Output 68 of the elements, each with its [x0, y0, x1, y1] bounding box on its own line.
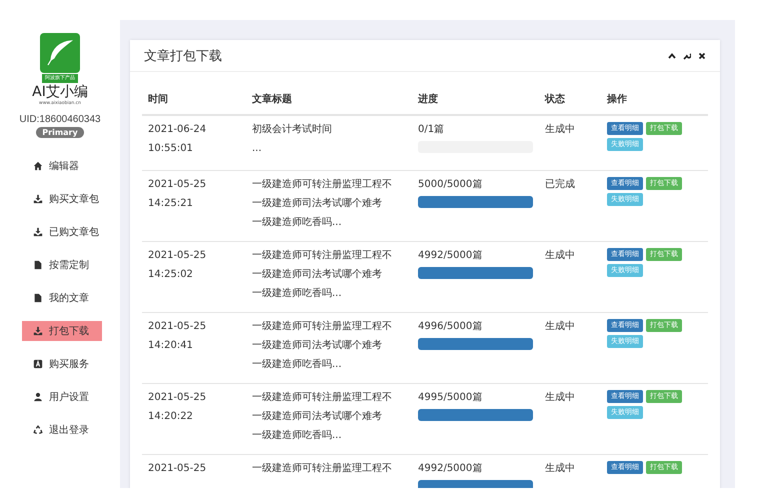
file-icon [33, 293, 43, 303]
panel-title: 文章打包下载 [144, 48, 222, 64]
time-text: 10:55:01 [148, 142, 194, 156]
time-text: 2021-05-25 [148, 249, 208, 263]
column-header: 文章标题 [252, 94, 292, 105]
status-text: 生成中 [545, 462, 576, 476]
title-text: 初级会计考试时间 [252, 122, 333, 137]
progress-text: 4992/5000篇 [418, 462, 484, 476]
progress-text: 5000/5000篇 [418, 178, 484, 192]
sidebar-item[interactable]: 购买服务 [22, 354, 102, 374]
status-text: 生成中 [545, 390, 576, 405]
title-text: 一级建造师吃香吗... [252, 428, 343, 443]
file-icon [33, 260, 43, 270]
user-icon [33, 392, 43, 402]
status-text: 已完成 [545, 178, 576, 192]
column-header: 操作 [607, 94, 627, 105]
title-text: 一级建造师可转注册监理工程不 [252, 248, 393, 263]
collapse-icon[interactable] [668, 52, 676, 60]
download-icon [33, 326, 43, 336]
title-text: 一级建造师司法考试哪个难考 [252, 268, 383, 282]
title-text: 一级建造师可转注册监理工程不 [252, 320, 393, 334]
title-text: 一级建造师可转注册监理工程不 [252, 178, 393, 192]
sidebar-item[interactable]: 我的文章 [22, 288, 102, 308]
title-text: 一级建造师可转注册监理工程不 [252, 462, 393, 476]
sidebar-item[interactable]: 用户设置 [22, 387, 102, 407]
column-header: 进度 [418, 94, 438, 105]
progress-text: 0/1篇 [418, 123, 446, 137]
title-text: 一级建造师吃香吗... [252, 358, 343, 372]
title-text: 一级建造师可转注册监理工程不 [252, 390, 393, 405]
brand-name: AI艾小编 [32, 84, 88, 100]
download-icon [33, 194, 43, 204]
title-text: 一级建造师司法考试哪个难考 [252, 338, 383, 353]
status-text: 生成中 [545, 248, 576, 263]
time-text: 2021-05-25 [148, 462, 208, 476]
progress-text: 4992/5000篇 [418, 249, 484, 263]
time-text: 2021-05-25 [148, 320, 208, 334]
time-text: 14:25:02 [148, 268, 194, 282]
feather-logo-icon [40, 33, 80, 73]
title-text: 一级建造师司法考试哪个难考 [252, 410, 383, 424]
time-text: 2021-05-25 [148, 391, 208, 405]
recycle-icon [33, 425, 43, 435]
download-icon [33, 227, 43, 237]
title-text: 一级建造师吃香吗... [252, 286, 343, 301]
column-header: 状态 [545, 94, 565, 105]
sidebar-item[interactable]: 购买文章包 [22, 189, 102, 209]
title-text: ... [252, 142, 263, 156]
close-icon[interactable] [698, 52, 706, 60]
time-text: 14:25:21 [148, 197, 194, 211]
progress-text: 4995/5000篇 [418, 391, 484, 405]
plan-badge: Primary [36, 127, 84, 138]
sidebar-item[interactable]: 编辑器 [22, 156, 102, 176]
time-text: 2021-06-24 [148, 123, 208, 137]
progress-text: 4996/5000篇 [418, 320, 484, 334]
sidebar-item[interactable]: 按需定制 [22, 255, 102, 275]
status-text: 生成中 [545, 320, 576, 334]
title-text: 一级建造师吃香吗... [252, 216, 343, 230]
letter-icon [33, 359, 43, 369]
title-text: 一级建造师司法考试哪个难考 [252, 196, 383, 211]
time-text: 14:20:22 [148, 410, 194, 424]
user-id: UID:18600460343 [19, 114, 101, 125]
status-text: 生成中 [545, 122, 576, 137]
sidebar-item[interactable]: 退出登录 [22, 420, 102, 440]
column-header: 时间 [148, 94, 168, 105]
sidebar-item[interactable]: 已购文章包 [22, 222, 102, 242]
home-icon [33, 161, 43, 171]
time-text: 14:20:41 [148, 339, 194, 353]
sidebar-item[interactable]: 打包下载 [22, 321, 102, 341]
time-text: 2021-05-25 [148, 178, 208, 192]
